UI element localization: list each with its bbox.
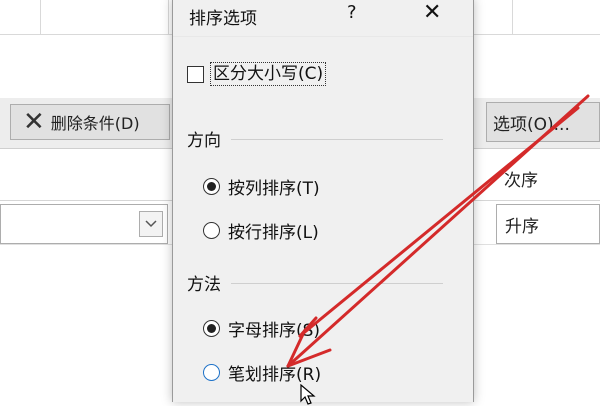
alphabetic-sort-label: 字母排序(S): [228, 321, 321, 341]
grid-line: [168, 0, 169, 34]
method-section-title: 方法: [187, 275, 221, 295]
alphabetic-sort-option[interactable]: 字母排序(S): [203, 316, 320, 341]
delete-condition-label: 删除条件(D): [50, 114, 140, 133]
stroke-sort-label: 笔划排序(R): [228, 365, 322, 385]
delete-x-icon: ✕: [23, 107, 45, 137]
sort-by-row-label: 按行排序(L): [228, 223, 319, 243]
help-button[interactable]: ?: [347, 2, 357, 23]
sort-by-row-option[interactable]: 按行排序(L): [203, 218, 319, 243]
order-combobox[interactable]: 升序: [496, 204, 600, 244]
section-divider: [231, 283, 443, 284]
sort-by-column-label: 按列排序(T): [228, 179, 320, 199]
sort-by-column-option[interactable]: 按列排序(T): [203, 174, 320, 199]
dialog-title: 排序选项: [189, 9, 257, 29]
options-button-label: 选项(O)...: [493, 114, 570, 135]
stroke-sort-option[interactable]: 笔划排序(R): [203, 360, 321, 385]
sort-options-dialog: 排序选项 ? ✕ 区分大小写(C) 方向 按列排序(T) 按行排序(L) 方法 …: [172, 0, 474, 402]
section-divider: [231, 139, 443, 140]
delete-condition-button[interactable]: ✕ 删除条件(D): [10, 104, 170, 140]
mouse-cursor-icon: [300, 384, 316, 405]
sort-by-column-radio[interactable]: [203, 178, 220, 195]
chevron-down-icon[interactable]: [139, 211, 163, 237]
direction-section-title: 方向: [187, 131, 221, 151]
alphabetic-sort-radio[interactable]: [203, 320, 220, 337]
close-icon[interactable]: ✕: [423, 0, 441, 25]
order-value: 升序: [505, 216, 539, 237]
options-button[interactable]: 选项(O)...: [486, 102, 600, 142]
stroke-sort-radio[interactable]: [203, 364, 220, 381]
sort-by-combobox[interactable]: [0, 204, 168, 244]
grid-line: [512, 0, 513, 34]
case-sensitive-option[interactable]: 区分大小写(C): [187, 62, 327, 86]
titlebar-divider: [173, 36, 473, 37]
case-sensitive-checkbox[interactable]: [187, 65, 204, 83]
sort-by-row-radio[interactable]: [203, 222, 220, 239]
case-sensitive-label: 区分大小写(C): [210, 62, 327, 86]
grid-line: [40, 0, 41, 34]
order-column-header: 次序: [504, 171, 538, 191]
